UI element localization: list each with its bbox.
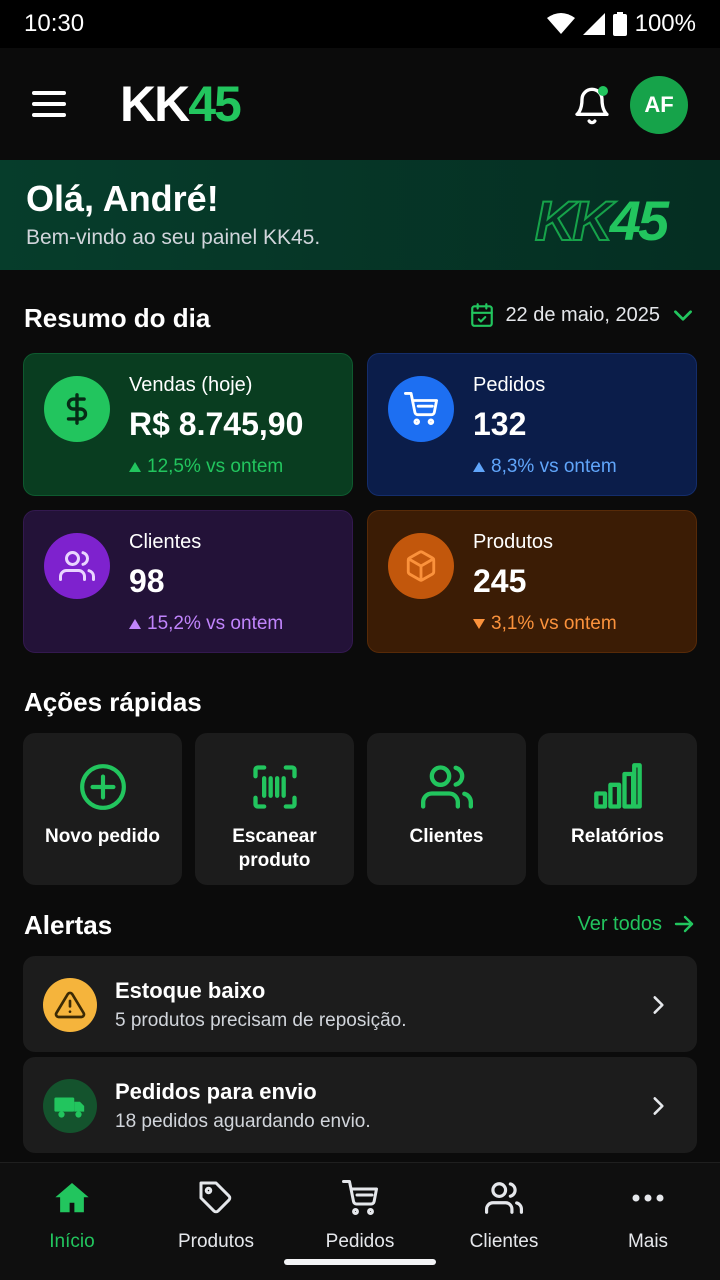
signal-icon — [582, 13, 605, 35]
battery-level: 100% — [634, 10, 696, 37]
action-label: Clientes — [409, 826, 484, 847]
notification-dot — [598, 86, 608, 96]
alert-low-stock[interactable]: Estoque baixo 5 produtos precisam de rep… — [23, 956, 697, 1052]
stat-card-orders[interactable]: Pedidos 132 8,3% vs ontem — [367, 353, 697, 496]
nav-label: Clientes — [469, 1231, 539, 1252]
home-indicator[interactable] — [284, 1259, 436, 1265]
users-icon — [420, 761, 473, 813]
stat-value: 98 — [129, 563, 165, 599]
trend-up-icon — [129, 462, 141, 472]
alert-title: Estoque baixo — [115, 978, 266, 1003]
welcome-banner: Olá, André! Bem-vindo ao seu painel KK45… — [0, 160, 720, 270]
trend-up-icon — [473, 462, 485, 472]
date-picker[interactable]: 22 de maio, 2025 — [469, 302, 696, 328]
warning-icon — [43, 978, 97, 1032]
alert-subtitle: 5 produtos precisam de reposição. — [115, 1010, 407, 1031]
chevron-right-icon — [653, 996, 664, 1014]
nav-label: Pedidos — [325, 1231, 395, 1252]
arrow-right-icon — [674, 915, 694, 933]
banner-logo: KK45 — [534, 188, 669, 253]
nav-label: Início — [49, 1231, 95, 1252]
trend-up-icon — [129, 619, 141, 629]
action-label: Relatórios — [571, 826, 664, 847]
stat-change: 3,1% vs ontem — [473, 613, 617, 635]
truck-icon — [43, 1079, 97, 1133]
nav-item-home[interactable]: Início — [0, 1179, 144, 1253]
tag-icon — [197, 1179, 235, 1217]
stat-label: Clientes — [129, 531, 202, 553]
action-reports[interactable]: Relatórios — [538, 733, 697, 885]
status-time: 10:30 — [24, 10, 85, 37]
alert-subtitle: 18 pedidos aguardando envio. — [115, 1111, 371, 1132]
stat-card-sales[interactable]: Vendas (hoje) R$ 8.745,90 12,5% vs ontem — [23, 353, 353, 496]
box-icon — [388, 533, 454, 599]
users-icon — [485, 1179, 523, 1217]
avatar[interactable]: AF — [630, 76, 688, 134]
notifications-button[interactable] — [572, 86, 612, 126]
alert-orders-shipping[interactable]: Pedidos para envio 18 pedidos aguardando… — [23, 1057, 697, 1153]
nav-item-orders[interactable]: Pedidos — [288, 1179, 432, 1253]
alerts-title: Alertas — [24, 910, 113, 940]
stat-change: 15,2% vs ontem — [129, 613, 283, 635]
action-label: Escanear produto — [232, 826, 317, 871]
stat-label: Produtos — [473, 531, 554, 553]
calendar-icon — [471, 303, 494, 327]
dollar-icon — [44, 376, 110, 442]
stat-label: Vendas (hoje) — [129, 374, 253, 396]
stat-card-products[interactable]: Produtos 245 3,1% vs ontem — [367, 510, 697, 653]
nav-label: Produtos — [177, 1231, 255, 1252]
cart-icon — [388, 376, 454, 442]
home-icon — [53, 1179, 91, 1217]
action-clients[interactable]: Clientes — [367, 733, 526, 885]
nav-item-products[interactable]: Produtos — [144, 1179, 288, 1253]
stat-value: 132 — [473, 406, 527, 442]
menu-button[interactable] — [32, 84, 72, 124]
stat-change: 8,3% vs ontem — [473, 456, 617, 478]
wifi-icon — [546, 13, 575, 34]
alert-title: Pedidos para envio — [115, 1079, 317, 1104]
stat-value: 245 — [473, 563, 527, 599]
stat-value: R$ 8.745,90 — [129, 406, 304, 442]
nav-label: Mais — [627, 1231, 669, 1252]
app-logo: KK45 — [120, 76, 242, 132]
quick-actions-title: Ações rápidas — [24, 687, 202, 717]
nav-item-more[interactable]: Mais — [576, 1179, 720, 1253]
date-label: 22 de maio, 2025 — [505, 303, 660, 326]
stat-label: Pedidos — [473, 374, 546, 396]
chevron-down-icon — [674, 310, 692, 321]
battery-icon — [612, 12, 627, 36]
nav-item-clients[interactable]: Clientes — [432, 1179, 576, 1253]
barcode-scan-icon — [249, 761, 301, 813]
status-bar: 10:30 100% — [0, 0, 720, 48]
chevron-right-icon — [653, 1097, 664, 1115]
cart-icon — [341, 1179, 379, 1217]
trend-down-icon — [473, 619, 485, 629]
stat-change: 12,5% vs ontem — [129, 456, 283, 478]
more-dots-icon — [629, 1179, 667, 1217]
plus-circle-icon — [77, 761, 129, 813]
users-icon — [44, 533, 110, 599]
status-icons: 100% — [546, 10, 696, 38]
action-label: Novo pedido — [44, 826, 161, 847]
stat-card-clients[interactable]: Clientes 98 15,2% vs ontem — [23, 510, 353, 653]
summary-title: Resumo do dia — [24, 303, 211, 333]
bar-chart-icon — [592, 761, 644, 813]
action-new-order[interactable]: Novo pedido — [23, 733, 182, 885]
app-header: KK45 AF — [0, 48, 720, 160]
action-scan-product[interactable]: Escanear produto — [195, 733, 354, 885]
see-all-link[interactable]: Ver todos — [577, 912, 696, 936]
menu-icon — [32, 91, 66, 95]
